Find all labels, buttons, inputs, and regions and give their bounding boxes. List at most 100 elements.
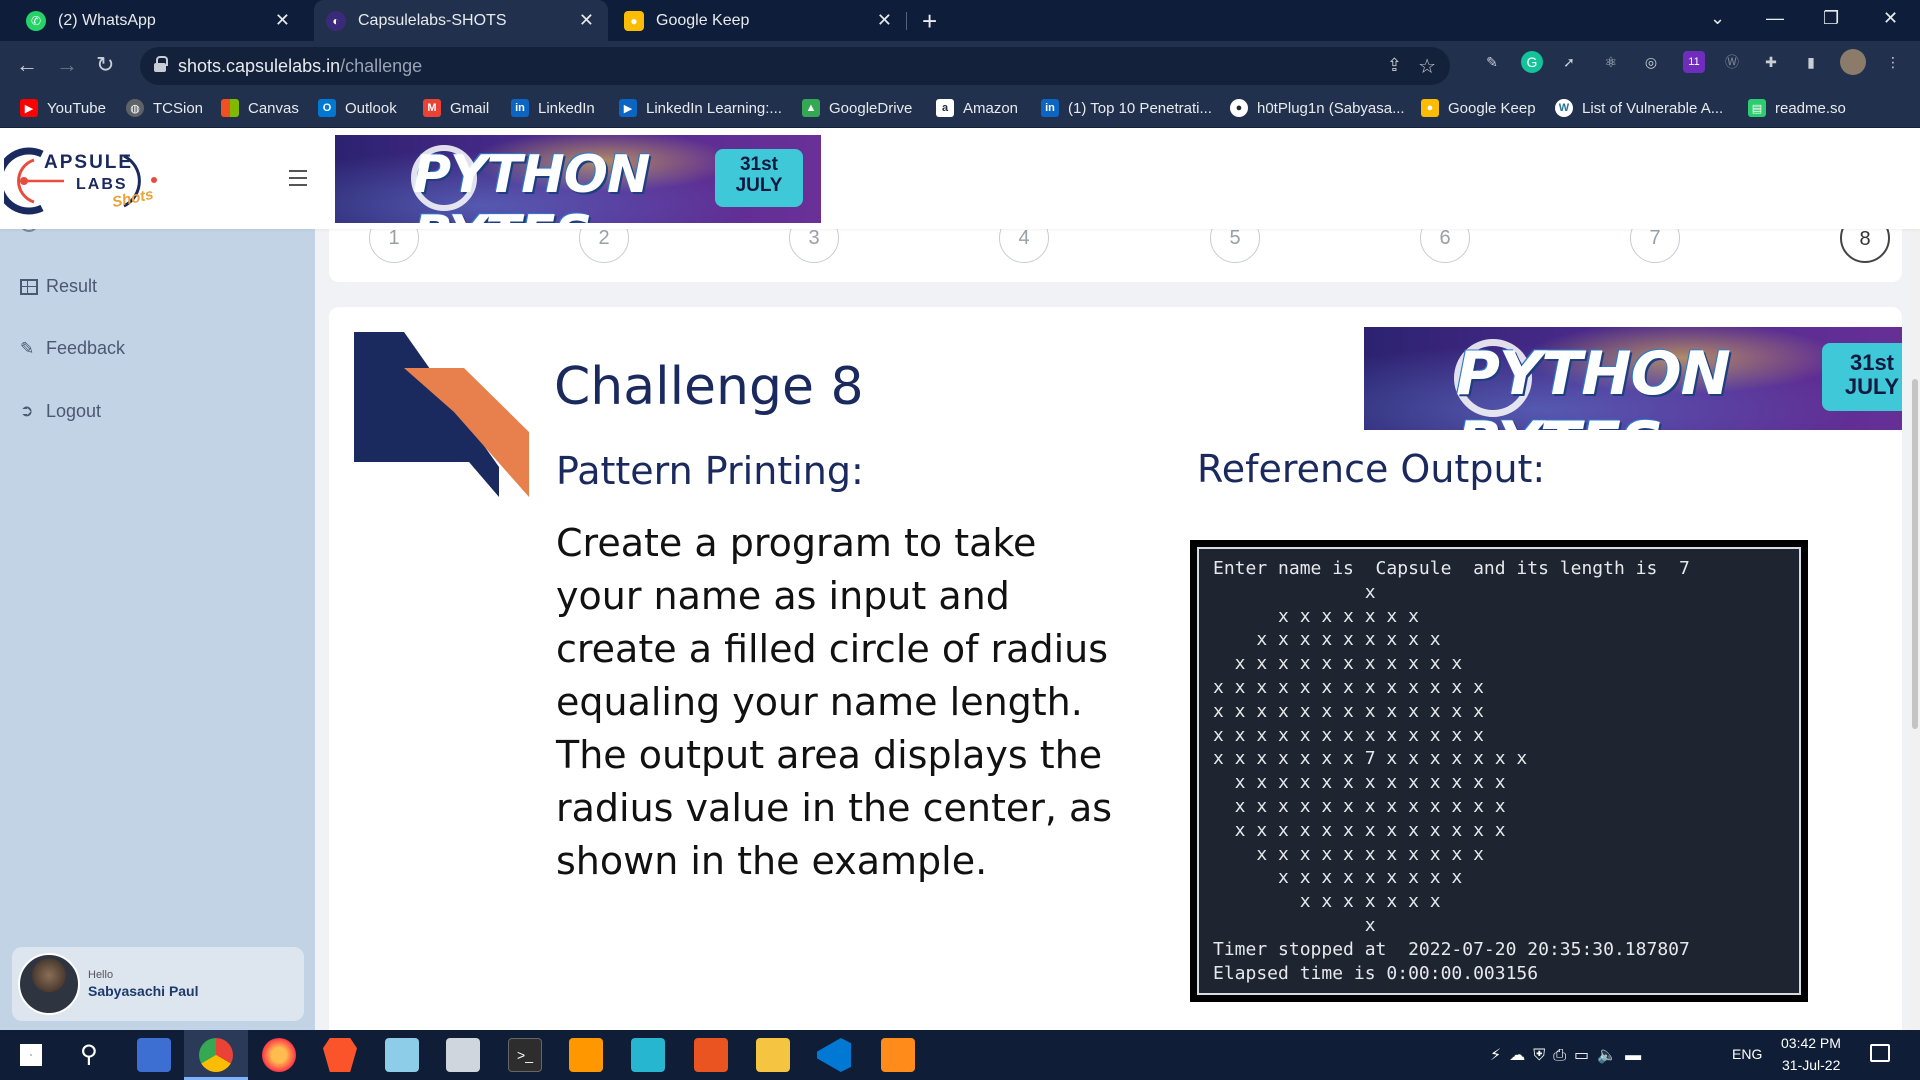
bookmark-amazon[interactable]: a Amazon <box>936 96 1018 120</box>
bookmark-linkedin-learning[interactable]: ▶ LinkedIn Learning:... <box>619 96 782 120</box>
side-panel-icon[interactable]: ▮ <box>1800 51 1822 73</box>
sidebar-item-label: Logout <box>46 401 102 421</box>
notification-center-icon[interactable] <box>1870 1044 1890 1062</box>
bookmark-tcsion[interactable]: ◍ TCSion <box>126 96 203 120</box>
notepad-icon[interactable] <box>385 1038 419 1072</box>
chrome-icon[interactable] <box>199 1038 233 1072</box>
logo-word-capsule: APSULE <box>44 152 134 173</box>
share-icon[interactable]: ⇪ <box>1387 55 1402 76</box>
brave-icon[interactable] <box>323 1038 357 1072</box>
bookmark-googledrive[interactable]: ▲ GoogleDrive <box>802 96 912 120</box>
file-explorer-icon[interactable] <box>756 1038 790 1072</box>
task-view-icon[interactable] <box>137 1038 171 1072</box>
notification-extension-icon[interactable]: 11 <box>1683 51 1705 73</box>
language-indicator[interactable]: ENG <box>1732 1046 1762 1062</box>
bookmark-github[interactable]: ● h0tPlug1n (Sabyasa... <box>1230 96 1405 120</box>
bookmark-vulnerable[interactable]: W List of Vulnerable A... <box>1555 96 1723 120</box>
clock-time[interactable]: 03:42 PM <box>1781 1035 1841 1051</box>
bookmark-canvas[interactable]: Canvas <box>221 96 299 120</box>
sidebar-item-label: Feedback <box>46 338 126 358</box>
profile-avatar-icon[interactable] <box>1840 49 1866 75</box>
windows-start-icon[interactable] <box>20 1044 42 1066</box>
site-header: APSULE LABS Shots PYTHON BYTES 31st JULY <box>0 128 1920 229</box>
tray-icons[interactable]: ⚡☁⛨⎙▭🔈▬ <box>1490 1045 1649 1065</box>
banner-ring <box>411 145 477 211</box>
tab-whatsapp[interactable]: ✆ (2) WhatsApp ✕ <box>14 0 304 41</box>
linkedin-learning-icon: ▶ <box>619 99 637 117</box>
tab-title: Capsulelabs-SHOTS <box>358 11 507 29</box>
url-text: shots.capsulelabs.in/challenge <box>178 56 422 77</box>
scrollbar-thumb[interactable] <box>1912 379 1918 729</box>
close-tab-icon[interactable]: ✕ <box>877 10 892 31</box>
bookmark-outlook[interactable]: O Outlook <box>318 96 397 120</box>
react-devtools-icon[interactable]: ⚛ <box>1600 51 1622 73</box>
forward-button[interactable]: → <box>56 52 78 78</box>
user-profile-card[interactable]: Hello Sabyasachi Paul <box>12 947 304 1021</box>
close-tab-icon[interactable]: ✕ <box>579 10 594 31</box>
explorer-icon[interactable] <box>446 1038 480 1072</box>
reload-button[interactable]: ↻ <box>96 52 114 78</box>
clock-date[interactable]: 31-Jul-22 <box>1782 1057 1840 1073</box>
tab-search-icon[interactable]: ⌄ <box>1710 8 1725 29</box>
menu-kebab-icon[interactable]: ⋮ <box>1882 51 1904 73</box>
bookmark-star-icon[interactable]: ☆ <box>1418 54 1436 79</box>
sidebar-item-result[interactable]: Result <box>20 276 97 297</box>
grammarly-icon[interactable]: G <box>1521 51 1543 73</box>
search-icon[interactable]: ⚲ <box>80 1040 98 1069</box>
reference-output-title: Reference Output: <box>1197 447 1546 491</box>
bookmark-gmail[interactable]: M Gmail <box>423 96 489 120</box>
capsulelabs-logo[interactable]: APSULE LABS Shots <box>0 146 174 216</box>
new-tab-button[interactable]: + <box>922 6 937 37</box>
back-button[interactable]: ← <box>16 52 38 78</box>
sidebar-item-logout[interactable]: ➲ Logout <box>20 401 101 422</box>
close-window-button[interactable]: ✕ <box>1883 8 1898 29</box>
challenge-title: Challenge 8 <box>554 357 864 417</box>
python-bytes-banner[interactable]: PYTHON BYTES 31st JULY <box>335 135 821 223</box>
address-bar[interactable]: shots.capsulelabs.in/challenge ⇪ ☆ <box>140 47 1450 85</box>
close-tab-icon[interactable]: ✕ <box>275 10 290 31</box>
tab-google-keep[interactable]: ● Google Keep ✕ <box>612 0 906 41</box>
puzzle-extensions-icon[interactable]: ✚ <box>1760 51 1782 73</box>
terminal-icon[interactable]: >_ <box>508 1038 542 1072</box>
sidebar: Submissions Result ✎ Feedback ➲ Logout <box>0 213 315 1030</box>
minimize-button[interactable]: — <box>1766 8 1784 29</box>
sublime-text-icon[interactable] <box>569 1038 603 1072</box>
power-automate-icon[interactable] <box>631 1038 665 1072</box>
amazon-icon: a <box>936 99 954 117</box>
youtube-icon: ▶ <box>20 99 38 117</box>
hamburger-menu-icon[interactable] <box>289 170 307 186</box>
restore-button[interactable]: ❐ <box>1823 8 1839 29</box>
sidebar-item-feedback[interactable]: ✎ Feedback <box>20 338 125 359</box>
url-path: /challenge <box>340 56 423 76</box>
ubuntu-icon[interactable] <box>694 1038 728 1072</box>
bookmark-label: TCSion <box>153 99 204 117</box>
bookmark-label: GoogleDrive <box>829 99 913 117</box>
tab-separator <box>906 12 907 30</box>
bookmark-linkedin[interactable]: in LinkedIn <box>511 96 595 120</box>
bookmark-youtube[interactable]: ▶ YouTube <box>20 96 106 120</box>
pdf-app-icon[interactable] <box>881 1038 915 1072</box>
bookmark-readme[interactable]: ▤ readme.so <box>1748 96 1846 120</box>
banner-date-badge: 31st JULY <box>715 149 803 207</box>
tab-capsulelabs[interactable]: ◐ Capsulelabs-SHOTS ✕ <box>314 0 608 41</box>
table-icon <box>20 278 38 295</box>
browser-tab-bar: ✆ (2) WhatsApp ✕ ◐ Capsulelabs-SHOTS ✕ ●… <box>0 0 1920 41</box>
user-greeting: Hello <box>88 969 114 981</box>
whatsapp-extension-icon[interactable]: ◎ <box>1640 51 1662 73</box>
firefox-icon[interactable] <box>262 1038 296 1072</box>
bookmark-label: LinkedIn <box>538 99 595 117</box>
bookmark-top10[interactable]: in (1) Top 10 Penetrati... <box>1041 96 1212 120</box>
banner-date-day: 31st <box>739 154 779 175</box>
banner-date-badge: 31st JULY <box>1822 343 1902 411</box>
pen-extension-icon[interactable]: ✎ <box>1481 51 1503 73</box>
cursor-extension-icon[interactable]: ➚ <box>1558 51 1580 73</box>
linkedin-icon: in <box>511 99 529 117</box>
page-scrollbar[interactable] <box>1910 229 1920 1030</box>
bookmark-label: (1) Top 10 Penetrati... <box>1068 99 1212 117</box>
windows-taskbar: ⚲ >_ ⚡☁⛨⎙▭🔈▬ ENG 03:42 PM 31-Jul-22 <box>0 1030 1920 1080</box>
wordpress-icon: W <box>1555 99 1573 117</box>
wordpress-extension-icon[interactable]: Ⓦ <box>1721 51 1743 73</box>
github-icon: ● <box>1230 99 1248 117</box>
bookmark-google-keep[interactable]: ● Google Keep <box>1421 96 1536 120</box>
vscode-icon[interactable] <box>817 1038 851 1072</box>
